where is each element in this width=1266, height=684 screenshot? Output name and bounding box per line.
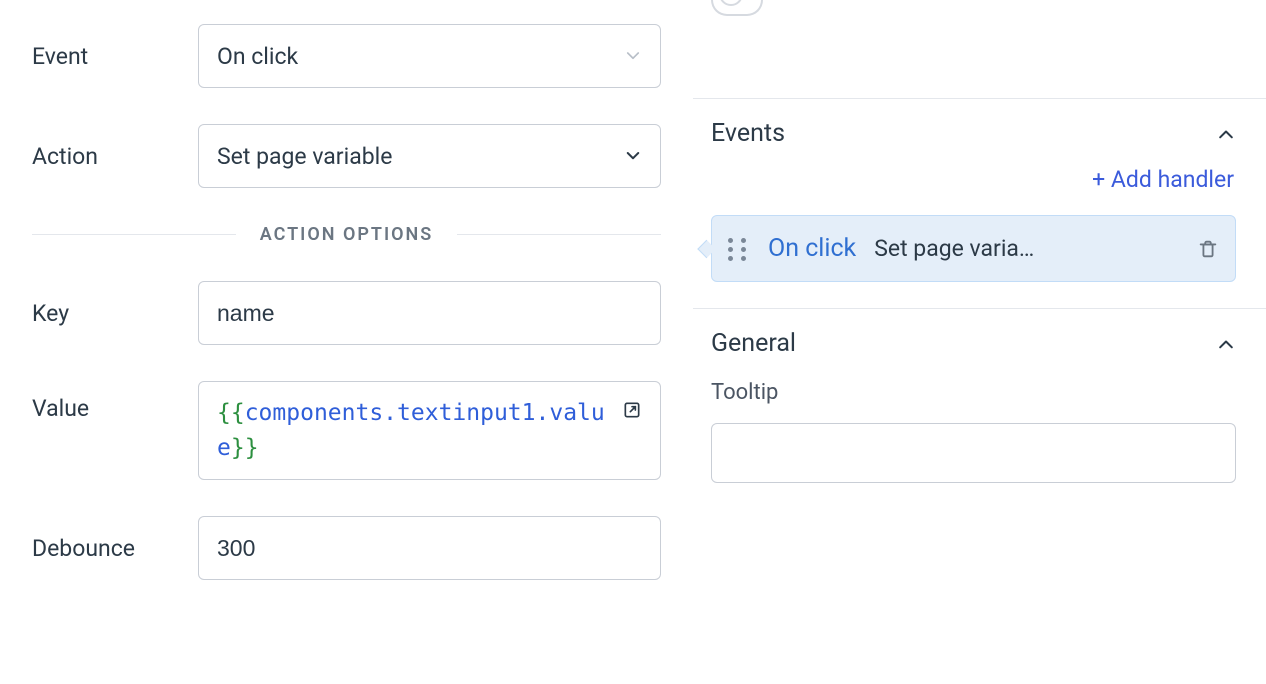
value-expression-input[interactable]: {{components.textinput1.value}}	[198, 381, 661, 480]
inspector-panel: Events + Add handler On click Set page v…	[693, 0, 1266, 684]
value-row: Value {{components.textinput1.value}}	[32, 381, 661, 480]
events-title: Events	[711, 119, 785, 148]
key-label: Key	[32, 300, 198, 327]
general-title: General	[711, 329, 796, 358]
action-select-value: Set page variable	[217, 143, 392, 170]
action-options-divider-label: ACTION OPTIONS	[236, 224, 458, 245]
chevron-down-icon	[624, 47, 642, 65]
event-label: Event	[32, 43, 198, 70]
chevron-up-icon	[1216, 124, 1236, 144]
event-row: Event On click	[32, 24, 661, 88]
chevron-down-icon	[624, 147, 642, 165]
key-input[interactable]	[198, 281, 661, 345]
toggle-switch[interactable]	[711, 0, 763, 16]
action-options-divider: ACTION OPTIONS	[32, 224, 661, 245]
event-handler-editor: Event On click Action Set page variable …	[0, 0, 693, 684]
debounce-label: Debounce	[32, 535, 198, 562]
debounce-input[interactable]	[198, 516, 661, 580]
tooltip-input[interactable]	[711, 423, 1236, 483]
value-label: Value	[32, 381, 198, 422]
general-section: General Tooltip	[693, 308, 1266, 509]
handler-action-label: Set page varia…	[874, 235, 1179, 262]
debounce-row: Debounce	[32, 516, 661, 580]
event-handler-item[interactable]: On click Set page varia…	[711, 215, 1236, 282]
add-handler-link[interactable]: + Add handler	[711, 166, 1234, 193]
popout-icon[interactable]	[622, 400, 642, 420]
trash-icon[interactable]	[1197, 238, 1219, 260]
drag-handle-icon[interactable]	[728, 238, 750, 260]
events-header[interactable]: Events	[711, 119, 1236, 148]
general-header[interactable]: General	[711, 329, 1236, 358]
event-select[interactable]: On click	[198, 24, 661, 88]
tooltip-label: Tooltip	[711, 380, 1236, 405]
action-label: Action	[32, 143, 198, 170]
action-row: Action Set page variable	[32, 124, 661, 188]
events-section: Events + Add handler On click Set page v…	[693, 98, 1266, 308]
action-select[interactable]: Set page variable	[198, 124, 661, 188]
chevron-up-icon	[1216, 334, 1236, 354]
key-row: Key	[32, 281, 661, 345]
handler-event-label: On click	[768, 234, 856, 263]
event-select-value: On click	[217, 43, 298, 70]
value-expression-text: {{components.textinput1.value}}	[217, 396, 612, 465]
